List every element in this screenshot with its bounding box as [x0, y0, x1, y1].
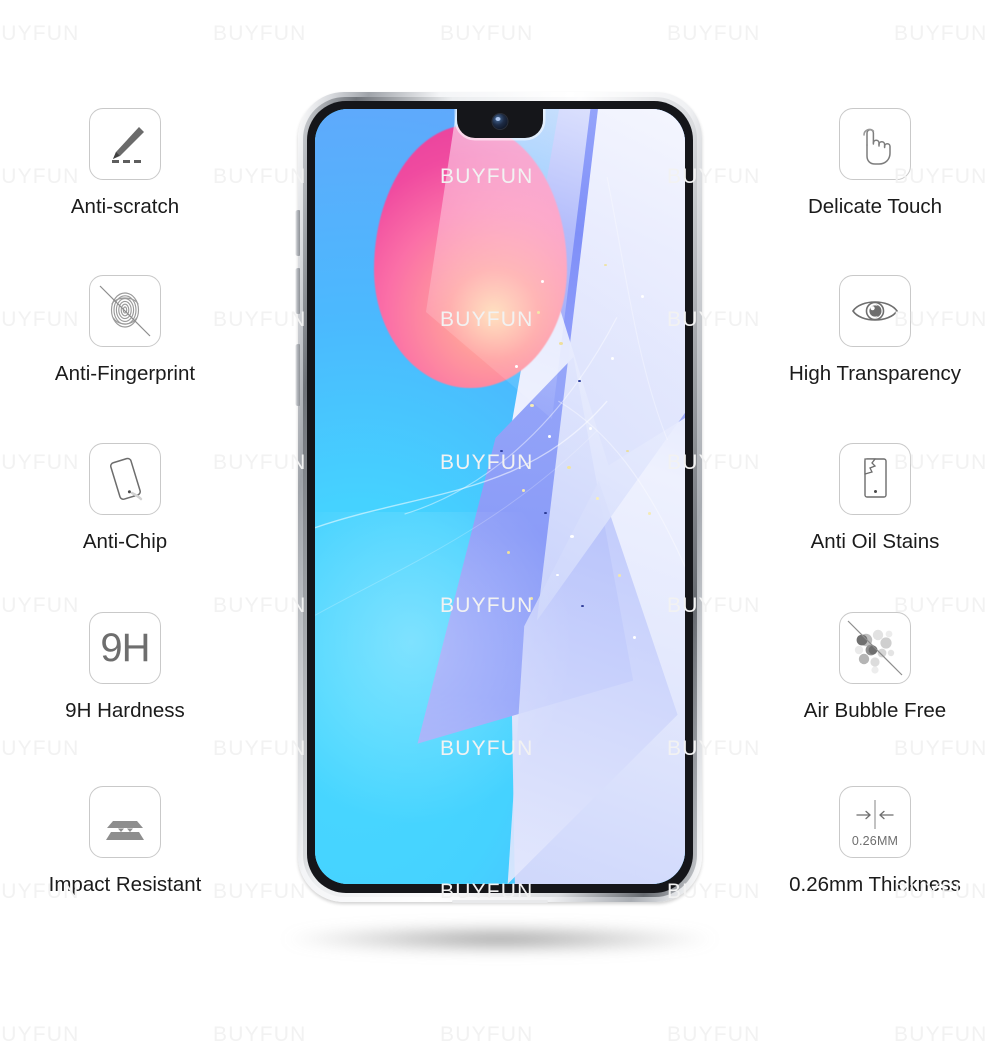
thickness-badge-text: 0.26MM: [851, 834, 899, 848]
anti-chip-icon-box: [89, 443, 161, 515]
feature-label: Anti Oil Stains: [810, 530, 940, 553]
feature-anti-fingerprint[interactable]: Anti-Fingerprint: [0, 275, 250, 385]
fingerprint-slash-icon: [96, 282, 154, 340]
feature-label: High Transparency: [788, 362, 962, 385]
bubble-icon-box: [839, 612, 911, 684]
right-feature-column: Delicate Touch High Transparency Anti Oi…: [750, 0, 1000, 1000]
waterdrop-notch: [457, 109, 543, 138]
watermark-text: BUYFUN: [667, 1023, 761, 1046]
feature-delicate-touch[interactable]: Delicate Touch: [750, 108, 1000, 218]
hardness-icon-box: 9H: [89, 612, 161, 684]
watermark-text: BUYFUN: [440, 22, 534, 45]
anti-fingerprint-icon-box: [89, 275, 161, 347]
bubbles-slash-icon: [844, 617, 906, 679]
feature-label: Anti-Fingerprint: [54, 362, 196, 385]
9h-badge-icon: 9H: [100, 626, 150, 670]
watermark-text: BUYFUN: [667, 22, 761, 45]
thickness-arrows-icon: 0.26MM: [847, 796, 903, 848]
feature-air-bubble-free[interactable]: Air Bubble Free: [750, 612, 1000, 722]
watermark-text: BUYFUN: [894, 1023, 988, 1046]
impact-layers-icon: [99, 796, 151, 848]
feature-label: 9H Hardness: [65, 699, 185, 722]
smartphone-mockup: [295, 92, 702, 903]
feature-impact-resistant[interactable]: Impact Resistant: [0, 786, 250, 896]
feature-label: Air Bubble Free: [803, 699, 947, 722]
feature-anti-oil-stains[interactable]: Anti Oil Stains: [750, 443, 1000, 553]
feature-thickness[interactable]: 0.26MM 0.26mm Thickness: [750, 786, 1000, 896]
eye-icon: [848, 284, 902, 338]
watermark-text: BUYFUN: [0, 1023, 80, 1046]
pencil-scratch-icon: [99, 118, 151, 170]
anti-scratch-icon-box: [89, 108, 161, 180]
hand-tap-icon: [850, 119, 900, 169]
feature-label: Anti-Chip: [82, 530, 168, 553]
watermark-text: BUYFUN: [213, 1023, 307, 1046]
transparency-icon-box: [839, 275, 911, 347]
phone-drop-shadow: [285, 926, 715, 952]
oil-stains-icon-box: [839, 443, 911, 515]
impact-icon-box: [89, 786, 161, 858]
phone-oleophobic-icon: [849, 453, 901, 505]
phone-bezel: [307, 101, 693, 893]
power-button[interactable]: [295, 344, 300, 406]
phone-screen[interactable]: [315, 109, 685, 884]
feature-anti-scratch[interactable]: Anti-scratch: [0, 108, 250, 218]
front-camera-icon: [492, 114, 508, 129]
volume-down-button[interactable]: [295, 268, 300, 314]
feature-label: Delicate Touch: [807, 195, 943, 218]
thickness-icon-box: 0.26MM: [839, 786, 911, 858]
feature-anti-chip[interactable]: Anti-Chip: [0, 443, 250, 553]
wallpaper-speckles: [315, 109, 685, 884]
feature-label: Impact Resistant: [48, 873, 202, 896]
watermark-text: BUYFUN: [440, 1023, 534, 1046]
volume-up-button[interactable]: [295, 210, 300, 256]
feature-9h-hardness[interactable]: 9H 9H Hardness: [0, 612, 250, 722]
feature-label: Anti-scratch: [70, 195, 180, 218]
delicate-touch-icon-box: [839, 108, 911, 180]
left-feature-column: Anti-scratch Anti-Fingerprint Anti-Chip …: [0, 0, 250, 1000]
feature-label: 0.26mm Thickness: [789, 873, 961, 896]
feature-high-transparency[interactable]: High Transparency: [750, 275, 1000, 385]
bottom-speaker-slot: [452, 900, 548, 903]
phone-tilt-icon: [99, 453, 151, 505]
